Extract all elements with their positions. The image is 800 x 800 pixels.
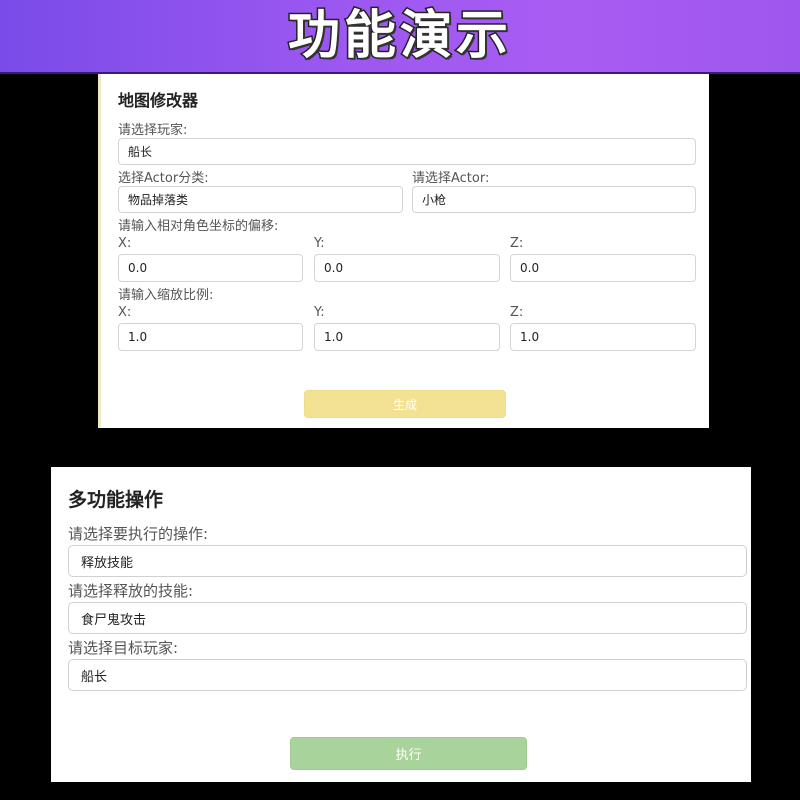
skill-select[interactable]: 食尸鬼攻击 (68, 602, 747, 634)
scale-x-input[interactable]: 1.0 (118, 323, 303, 351)
scale-label: 请输入缩放比例: (118, 288, 214, 303)
operation-select[interactable]: 释放技能 (68, 545, 747, 577)
scale-y-label: Y: (314, 305, 325, 320)
offset-x-input[interactable]: 0.0 (118, 254, 303, 282)
offset-label: 请输入相对角色坐标的偏移: (118, 219, 279, 234)
actor-category-label: 选择Actor分类: (118, 171, 209, 186)
target-player-label: 请选择目标玩家: (68, 639, 179, 657)
offset-z-input[interactable]: 0.0 (510, 254, 696, 282)
player-select[interactable]: 船长 (118, 138, 696, 165)
player-label: 请选择玩家: (118, 123, 188, 138)
actor-category-select[interactable]: 物品掉落类 (118, 186, 403, 213)
scale-y-input[interactable]: 1.0 (314, 323, 500, 351)
banner-title: 功能演示 (286, 6, 512, 66)
scale-z-input[interactable]: 1.0 (510, 323, 696, 351)
banner: 功能演示 (0, 0, 800, 74)
multi-function-panel: 多功能操作 请选择要执行的操作: 释放技能 请选择释放的技能: 食尸鬼攻击 请选… (51, 467, 751, 782)
map-modifier-panel: 地图修改器 请选择玩家: 船长 选择Actor分类: 物品掉落类 请选择Acto… (98, 74, 709, 428)
offset-x-label: X: (118, 236, 132, 251)
generate-button[interactable]: 生成 (304, 390, 506, 418)
offset-y-input[interactable]: 0.0 (314, 254, 500, 282)
offset-z-label: Z: (510, 236, 524, 251)
target-player-select[interactable]: 船长 (68, 659, 747, 691)
offset-y-label: Y: (314, 236, 325, 251)
actor-select[interactable]: 小枪 (412, 186, 696, 213)
execute-button[interactable]: 执行 (290, 737, 527, 770)
map-modifier-heading: 地图修改器 (118, 91, 199, 110)
scale-x-label: X: (118, 305, 132, 320)
operation-label: 请选择要执行的操作: (68, 525, 209, 543)
multi-function-heading: 多功能操作 (68, 489, 164, 511)
scale-z-label: Z: (510, 305, 524, 320)
page: 功能演示 地图修改器 请选择玩家: 船长 选择Actor分类: 物品掉落类 请选… (0, 0, 800, 800)
skill-label: 请选择释放的技能: (68, 582, 194, 600)
actor-label: 请选择Actor: (412, 171, 490, 186)
